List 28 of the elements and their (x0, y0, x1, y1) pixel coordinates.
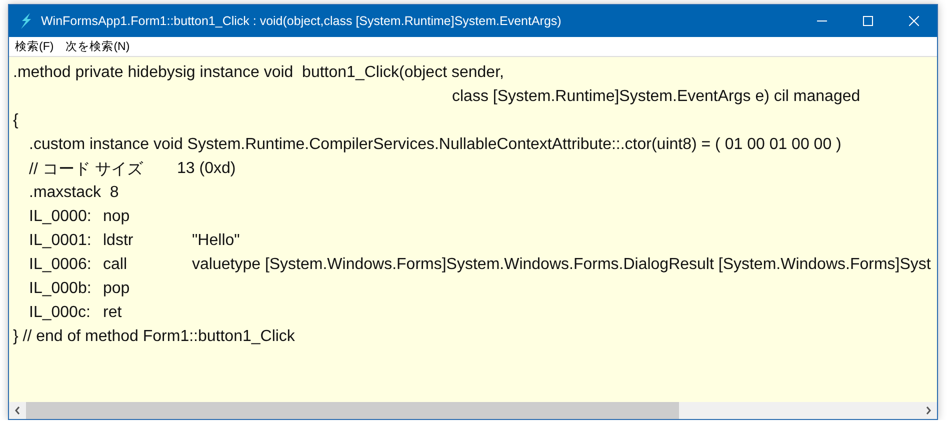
code-line: .method private hidebysig instance void button1_Click(object sender, (13, 64, 504, 82)
code-line: class [System.Runtime]System.EventArgs e) cil managed (452, 88, 860, 106)
scrollbar-thumb[interactable] (26, 402, 679, 419)
instruction-label: IL_0006: (29, 256, 92, 274)
instruction-label: IL_0000: (29, 208, 92, 226)
menu-item[interactable]: 次を検索(N) (60, 39, 136, 54)
instruction-operand: valuetype [System.Windows.Forms]System.Windows.Forms.DialogResult [System.Windows.Forms]Syst (192, 256, 931, 274)
code-value: 13 (0xd) (177, 160, 236, 178)
maximize-icon (863, 16, 873, 26)
instruction-opcode: ldstr (103, 232, 134, 250)
code-line: .custom instance void System.Runtime.CompilerServices.NullableContextAttribute::.ctor(uint8) = ( 01 00 01 00 00 ) (29, 136, 842, 154)
code-line: } // end of method Form1::button1_Click (13, 328, 295, 346)
instruction-opcode: call (103, 256, 128, 274)
instruction-label: IL_000b: (29, 280, 92, 298)
horizontal-scrollbar[interactable] (9, 402, 937, 419)
app-icon (19, 12, 33, 30)
instruction-label: IL_000c: (29, 304, 92, 322)
instruction-opcode: pop (103, 280, 131, 298)
menu-item[interactable]: 検索(F) (9, 39, 60, 54)
instruction-operand: "Hello" (192, 232, 240, 250)
instruction-opcode: ret (103, 304, 123, 322)
instruction-label: IL_0001: (29, 232, 92, 250)
code-line: { (13, 112, 18, 130)
window-title: WinFormsApp1.Form1::button1_Click : void(object,class [System.Runtime]System.EventArgs) (41, 14, 562, 28)
code-comment: // コード サイズ (29, 160, 144, 180)
code-line: .maxstack 8 (29, 184, 119, 202)
close-icon (909, 16, 919, 26)
instruction-opcode: nop (103, 208, 131, 226)
